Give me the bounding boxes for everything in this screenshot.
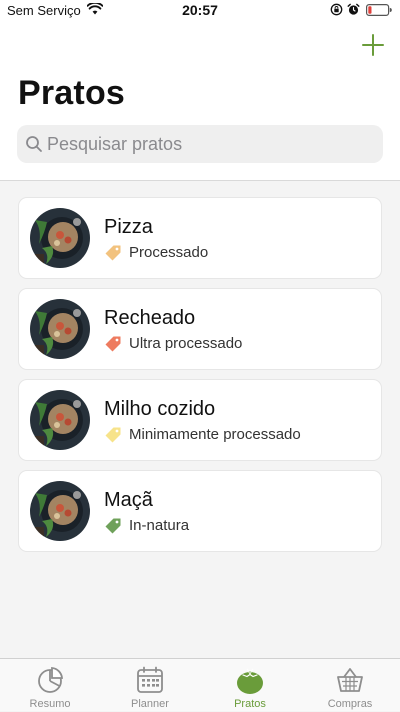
tomato-icon [237,668,263,694]
tab-planner[interactable]: Planner [100,659,200,712]
dish-card-recheado[interactable]: Recheado Ultra processado [18,288,382,370]
status-bar: Sem Serviço 20:57 [0,0,400,22]
dish-category: Processado [129,244,209,261]
dish-photo [30,208,90,268]
dish-photo [30,299,90,359]
search-bar[interactable] [17,125,383,163]
dish-category: Minimamente processado [129,426,301,443]
add-dish-button[interactable] [360,32,386,58]
page-title: Pratos [18,74,126,112]
dish-name: Milho cozido [104,398,216,420]
search-icon [26,136,42,152]
dish-card-milho-cozido[interactable]: Milho cozido Minimamente processado [18,379,382,461]
tab-label: Compras [327,698,373,710]
tag-icon [105,336,121,352]
dish-card-pizza[interactable]: Pizza Processado [18,197,382,279]
pie-chart-icon [38,667,63,693]
alarm-icon [347,3,360,15]
tag-icon [105,427,121,443]
dish-category: Ultra processado [129,335,243,352]
dish-list: Pizza Processado Recheado Ultra processa… [18,197,382,561]
dish-photo [30,481,90,541]
tab-pratos[interactable]: Pratos [200,659,300,712]
calendar-icon [137,666,163,693]
dish-name: Maçã [104,489,153,511]
dish-category: In-natura [129,517,190,534]
dish-name: Recheado [104,307,196,329]
top-area: Sem Serviço 20:57 Pratos [0,0,400,181]
tab-compras[interactable]: Compras [300,659,400,712]
dish-photo [30,390,90,450]
tab-resumo[interactable]: Resumo [0,659,100,712]
tag-icon [105,518,121,534]
tag-icon [105,245,121,261]
tab-label: Planner [131,698,169,710]
search-input[interactable] [47,125,367,163]
tab-label: Resumo [29,698,71,710]
tab-label: Pratos [234,698,266,710]
dish-card-maca[interactable]: Maçã In-natura [18,470,382,552]
battery-icon [366,4,392,16]
dish-name: Pizza [104,216,153,238]
orientation-lock-icon [330,3,343,16]
tab-bar: Resumo Planner Pratos Compras [0,658,400,711]
basket-icon [337,668,363,692]
